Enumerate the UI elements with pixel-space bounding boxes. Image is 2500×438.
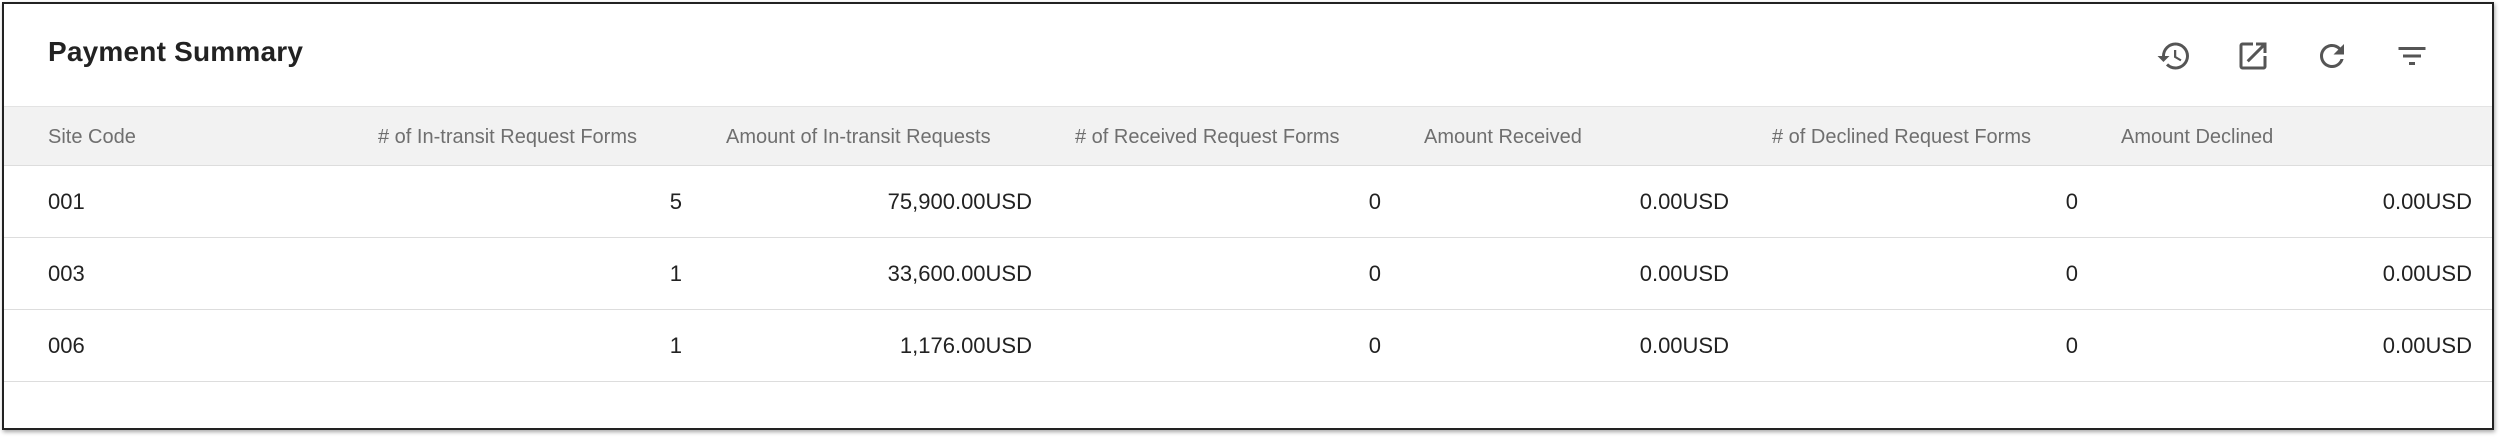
- column-header-amount-declined[interactable]: Amount Declined: [2121, 107, 2273, 167]
- refresh-button[interactable]: [2310, 34, 2354, 78]
- cell-in-transit-amount: 75,900.00USD: [887, 189, 1032, 214]
- table-row[interactable]: 006 1 1,176.00USD 0 0.00USD 0 0.00USD: [4, 310, 2492, 382]
- table-row[interactable]: 003 1 33,600.00USD 0 0.00USD 0 0.00USD: [4, 238, 2492, 310]
- column-header-in-transit-forms[interactable]: # of In-transit Request Forms: [378, 107, 637, 167]
- cell-in-transit-forms: 1: [669, 261, 682, 286]
- cell-amount-received: 0.00USD: [1639, 261, 1729, 286]
- column-header-amount-received[interactable]: Amount Received: [1424, 107, 1582, 167]
- open-in-new-icon: [2239, 42, 2267, 70]
- cell-declined-forms: 0: [2065, 333, 2078, 358]
- payment-summary-panel: Payment Summary Site Code # of In-transi: [2, 2, 2494, 430]
- column-header-in-transit-amount[interactable]: Amount of In-transit Requests: [726, 107, 991, 167]
- panel-header: Payment Summary: [4, 4, 2492, 106]
- table-row[interactable]: 001 5 75,900.00USD 0 0.00USD 0 0.00USD: [4, 166, 2492, 238]
- cell-amount-received: 0.00USD: [1639, 333, 1729, 358]
- filter-icon: [2398, 47, 2426, 65]
- cell-declined-forms: 0: [2065, 189, 2078, 214]
- cell-received-forms: 0: [1368, 333, 1381, 358]
- history-button[interactable]: [2152, 34, 2196, 78]
- cell-in-transit-forms: 1: [669, 333, 682, 358]
- cell-declined-forms: 0: [2065, 261, 2078, 286]
- open-external-button[interactable]: [2231, 34, 2275, 78]
- cell-in-transit-amount: 1,176.00USD: [899, 333, 1032, 358]
- table-header-row: Site Code # of In-transit Request Forms …: [4, 106, 2492, 166]
- cell-site-code: 003: [48, 261, 85, 286]
- cell-site-code: 006: [48, 333, 85, 358]
- panel-title: Payment Summary: [48, 36, 304, 67]
- column-header-received-forms[interactable]: # of Received Request Forms: [1075, 107, 1340, 167]
- cell-received-forms: 0: [1368, 261, 1381, 286]
- payment-summary-table: Site Code # of In-transit Request Forms …: [4, 106, 2492, 382]
- cell-in-transit-amount: 33,600.00USD: [887, 261, 1032, 286]
- cell-amount-declined: 0.00USD: [2382, 333, 2472, 358]
- cell-received-forms: 0: [1368, 189, 1381, 214]
- column-header-site-code[interactable]: Site Code: [48, 107, 136, 167]
- column-header-declined-forms[interactable]: # of Declined Request Forms: [1772, 107, 2031, 167]
- refresh-icon: [2320, 44, 2344, 68]
- history-icon: [2157, 42, 2189, 70]
- cell-in-transit-forms: 5: [669, 189, 682, 214]
- filter-button[interactable]: [2390, 34, 2434, 78]
- cell-amount-received: 0.00USD: [1639, 189, 1729, 214]
- cell-amount-declined: 0.00USD: [2382, 189, 2472, 214]
- cell-site-code: 001: [48, 189, 85, 214]
- cell-amount-declined: 0.00USD: [2382, 261, 2472, 286]
